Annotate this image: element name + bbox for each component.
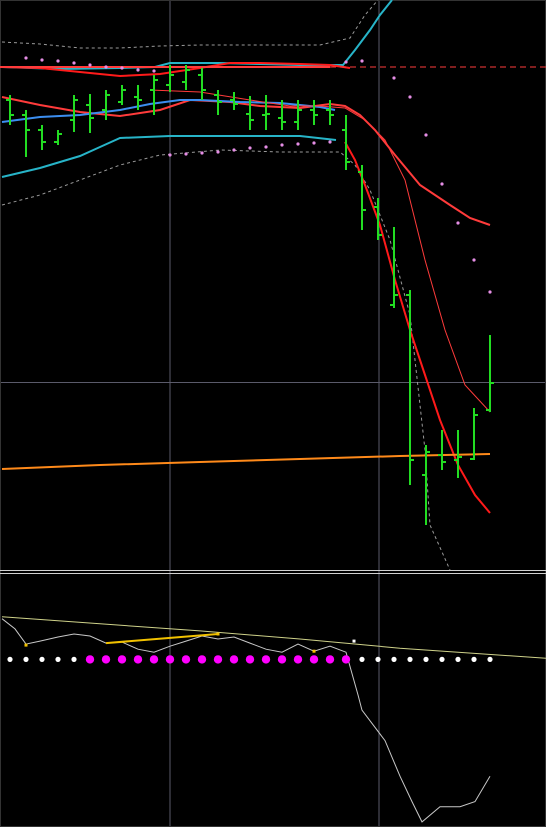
psar-dot xyxy=(280,143,284,147)
signal-dot-magenta xyxy=(117,655,127,664)
psar-dot xyxy=(328,140,332,144)
psar-dot xyxy=(200,151,204,155)
oscillator-marker xyxy=(312,649,316,653)
signal-dot-magenta xyxy=(229,655,239,664)
signal-dot-white xyxy=(407,656,413,663)
psar-dot xyxy=(488,290,492,294)
psar-dot xyxy=(456,221,460,225)
oscillator-marker xyxy=(352,639,356,643)
signal-dot-magenta xyxy=(325,655,335,664)
signal-dot-magenta xyxy=(85,655,95,664)
signal-dot-white xyxy=(71,656,77,663)
oscillator-marker xyxy=(216,632,220,636)
psar-dot xyxy=(136,68,140,72)
chart-window xyxy=(0,0,546,827)
signal-dot-white xyxy=(359,656,365,663)
oscillator-marker xyxy=(24,643,28,647)
psar-dot xyxy=(184,152,188,156)
signal-dot-magenta xyxy=(165,655,175,664)
signal-dot-magenta xyxy=(261,655,271,664)
signal-dot-magenta xyxy=(181,655,191,664)
signal-dot-magenta xyxy=(293,655,303,664)
psar-dot xyxy=(24,56,28,60)
psar-dot xyxy=(104,65,108,69)
psar-dot xyxy=(424,133,428,137)
signal-dot-white xyxy=(423,656,429,663)
signal-dot-magenta xyxy=(277,655,287,664)
psar-dot xyxy=(344,60,348,64)
psar-dot xyxy=(248,146,252,150)
signal-dot-white xyxy=(375,656,381,663)
signal-dot-white xyxy=(7,656,13,663)
psar-dot xyxy=(88,63,92,67)
chart-canvas xyxy=(0,0,546,827)
signal-dot-magenta xyxy=(309,655,319,664)
signal-dot-white xyxy=(55,656,61,663)
psar-dot xyxy=(472,258,476,262)
psar-dot xyxy=(168,153,172,157)
signal-dot-white xyxy=(439,656,445,663)
signal-dot-magenta xyxy=(101,655,111,664)
signal-dot-magenta xyxy=(213,655,223,664)
psar-dot xyxy=(264,145,268,149)
psar-dot xyxy=(40,58,44,62)
psar-dot xyxy=(360,59,364,63)
psar-dot xyxy=(440,182,444,186)
signal-dot-white xyxy=(471,656,477,663)
psar-dot xyxy=(120,66,124,70)
psar-dot xyxy=(152,69,156,73)
psar-dot xyxy=(392,76,396,80)
signal-dot-white xyxy=(391,656,397,663)
signal-dot-magenta xyxy=(133,655,143,664)
psar-dot xyxy=(408,95,412,99)
signal-dot-white xyxy=(39,656,45,663)
signal-dot-white xyxy=(487,656,493,663)
signal-dot-magenta xyxy=(341,655,351,664)
psar-dot xyxy=(312,141,316,145)
signal-dot-magenta xyxy=(149,655,159,664)
psar-dot xyxy=(72,61,76,65)
signal-dot-white xyxy=(23,656,29,663)
signal-dot-white xyxy=(455,656,461,663)
psar-dot xyxy=(216,150,220,154)
psar-dot xyxy=(232,148,236,152)
signal-dot-magenta xyxy=(197,655,207,664)
signal-dot-magenta xyxy=(245,655,255,664)
psar-dot xyxy=(296,142,300,146)
psar-dot xyxy=(56,59,60,63)
chart-background xyxy=(0,0,546,827)
